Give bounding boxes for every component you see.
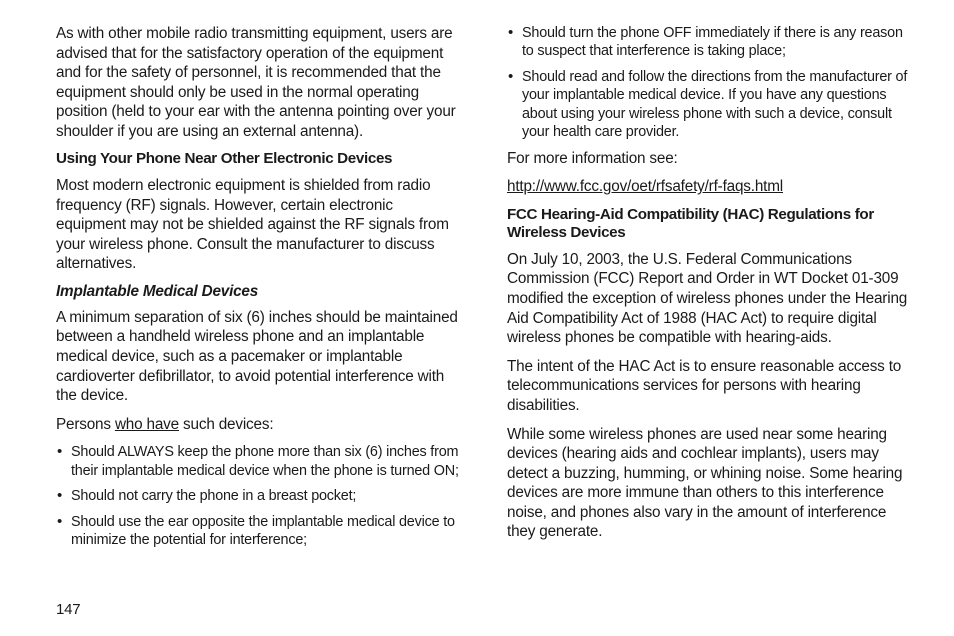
list-item: Should not carry the phone in a breast p…	[56, 487, 459, 505]
right-bullet-list: Should turn the phone OFF immediately if…	[507, 24, 910, 142]
list-item: Should turn the phone OFF immediately if…	[507, 24, 910, 61]
separation-paragraph: A minimum separation of six (6) inches s…	[56, 308, 459, 406]
heading-hac-regulations: FCC Hearing-Aid Compatibility (HAC) Regu…	[507, 206, 910, 243]
hac-paragraph-2: The intent of the HAC Act is to ensure r…	[507, 357, 910, 416]
page-number: 147	[56, 601, 80, 618]
list-item: Should read and follow the directions fr…	[507, 68, 910, 142]
subheading-implantable: Implantable Medical Devices	[56, 283, 459, 301]
list-item: Should use the ear opposite the implanta…	[56, 513, 459, 550]
left-bullet-list: Should ALWAYS keep the phone more than s…	[56, 443, 459, 549]
fcc-url: http://www.fcc.gov/oet/rfsafety/rf-faqs.…	[507, 177, 910, 197]
page-columns: As with other mobile radio transmitting …	[56, 24, 910, 596]
more-info-label: For more information see:	[507, 149, 910, 169]
persons-who-have: Persons who have such devices:	[56, 415, 459, 435]
heading-using-near-electronics: Using Your Phone Near Other Electronic D…	[56, 150, 459, 169]
rf-shielding-paragraph: Most modern electronic equipment is shie…	[56, 176, 459, 274]
list-item: Should ALWAYS keep the phone more than s…	[56, 443, 459, 480]
left-column: As with other mobile radio transmitting …	[56, 24, 459, 596]
right-column: Should turn the phone OFF immediately if…	[507, 24, 910, 596]
intro-paragraph: As with other mobile radio transmitting …	[56, 24, 459, 141]
hac-paragraph-3: While some wireless phones are used near…	[507, 425, 910, 542]
hac-paragraph-1: On July 10, 2003, the U.S. Federal Commu…	[507, 250, 910, 348]
